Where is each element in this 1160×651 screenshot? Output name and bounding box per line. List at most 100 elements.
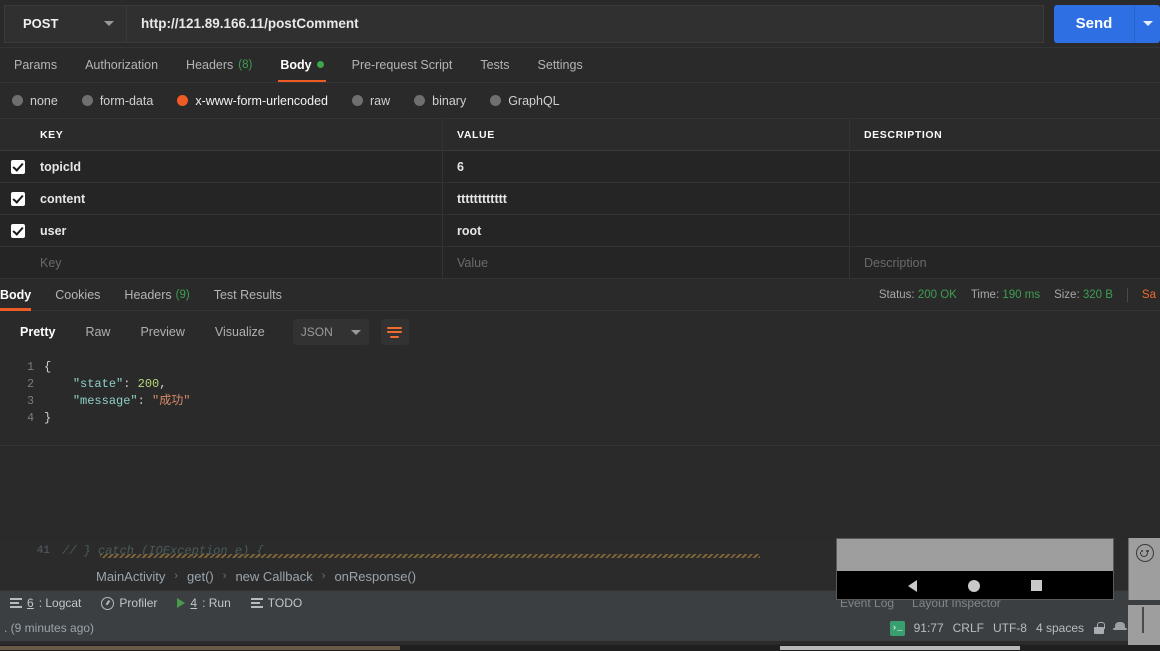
table-row[interactable]: topicId 6 <box>0 150 1160 183</box>
table-new-row[interactable]: Key Value Description <box>0 246 1160 279</box>
line-number: 1 <box>27 361 34 374</box>
horizontal-scrollbar[interactable] <box>0 645 1160 651</box>
row-description[interactable] <box>850 151 1160 183</box>
response-tab-cookies[interactable]: Cookies <box>43 279 112 311</box>
response-tab-headers[interactable]: Headers (9) <box>112 279 201 311</box>
tab-authorization[interactable]: Authorization <box>71 47 172 82</box>
response-tab-test-results[interactable]: Test Results <box>202 279 294 311</box>
row-description[interactable] <box>850 183 1160 215</box>
chevron-down-icon <box>1142 21 1153 26</box>
terminal-icon[interactable]: ›_ <box>889 620 905 636</box>
line-number-gutter: 1 2 3 4 <box>0 359 44 427</box>
body-type-none[interactable]: none <box>8 94 62 108</box>
row-value[interactable]: 6 <box>443 150 850 183</box>
body-type-raw[interactable]: raw <box>348 94 394 108</box>
tab-count: (9) <box>175 288 190 301</box>
home-icon[interactable] <box>967 579 980 592</box>
response-tab-body[interactable]: Body <box>0 279 43 311</box>
tab-label: Params <box>14 57 58 72</box>
breadcrumb-item-new-callback[interactable]: new Callback <box>235 569 312 584</box>
divider <box>0 445 1160 446</box>
body-type-binary[interactable]: binary <box>410 94 470 108</box>
table-row[interactable]: content tttttttttttt <box>0 182 1160 215</box>
row-key[interactable]: content <box>36 182 443 215</box>
scrollbar-thumb[interactable] <box>1142 607 1144 633</box>
list-icon <box>250 598 263 608</box>
new-row-key-placeholder[interactable]: Key <box>36 246 443 279</box>
checkbox-checked-icon[interactable] <box>11 159 25 174</box>
file-encoding[interactable]: UTF-8 <box>993 621 1027 635</box>
tab-pre-request-script[interactable]: Pre-request Script <box>338 47 467 82</box>
breadcrumb-item-onresponse[interactable]: onResponse() <box>334 569 416 584</box>
response-format-select[interactable]: JSON <box>292 319 369 345</box>
row-description[interactable] <box>850 215 1160 247</box>
row-key[interactable]: topicId <box>36 150 443 183</box>
code-area[interactable]: 1 2 3 4 { "state": 200, "message": "成功" <box>0 353 1160 427</box>
checkbox-checked-icon[interactable] <box>11 191 25 206</box>
json-key-state: "state" <box>72 377 124 391</box>
tab-tests[interactable]: Tests <box>466 47 523 82</box>
tab-body[interactable]: Body <box>266 47 337 82</box>
time-label: Time: <box>970 289 1000 301</box>
code-line-4: } <box>44 410 190 427</box>
body-type-form-data[interactable]: form-data <box>78 94 158 108</box>
indent-setting[interactable]: 4 spaces <box>1036 621 1084 635</box>
line-separator[interactable]: CRLF <box>953 621 984 635</box>
tab-params[interactable]: Params <box>0 47 71 82</box>
body-type-label: binary <box>432 93 467 108</box>
tool-window-todo[interactable]: TODO <box>250 596 302 610</box>
tool-window-shortcut: 4 <box>190 596 198 610</box>
inspector-hat-icon[interactable] <box>1113 621 1127 635</box>
response-tabs: Body Cookies Headers (9) Test Results St… <box>0 279 1160 311</box>
json-open-brace: { <box>44 360 52 374</box>
save-response-button[interactable]: Sa <box>1142 289 1156 301</box>
back-icon[interactable] <box>908 579 918 592</box>
lock-icon[interactable] <box>1093 622 1105 634</box>
checkbox-checked-icon[interactable] <box>11 223 25 238</box>
tool-window-logcat[interactable]: 6: Logcat <box>10 596 81 610</box>
table-row[interactable]: user root <box>0 214 1160 247</box>
body-type-graphql[interactable]: GraphQL <box>486 94 563 108</box>
scrollbar-thumb-left[interactable] <box>0 646 400 650</box>
tool-window-profiler[interactable]: Profiler <box>101 596 157 610</box>
row-value[interactable]: tttttttttttt <box>443 182 850 215</box>
tab-headers[interactable]: Headers (8) <box>172 47 266 82</box>
row-checkbox-cell[interactable] <box>0 159 36 174</box>
recents-icon[interactable] <box>1030 580 1042 591</box>
play-icon <box>177 598 186 608</box>
view-mode-preview[interactable]: Preview <box>126 311 198 353</box>
breadcrumb-item-mainactivity[interactable]: MainActivity <box>96 569 165 584</box>
screen-root: POST Send Params Authorization Headers (… <box>0 0 1160 651</box>
body-present-indicator-icon <box>316 61 324 68</box>
format-label: JSON <box>300 325 333 339</box>
scrollbar-thumb-right[interactable] <box>780 646 1020 650</box>
row-checkbox-cell[interactable] <box>0 223 36 238</box>
http-method-select[interactable]: POST <box>4 4 126 43</box>
smiley-icon[interactable] <box>1135 544 1154 562</box>
send-button[interactable]: Send <box>1054 4 1134 43</box>
body-type-urlencoded[interactable]: x-www-form-urlencoded <box>173 94 332 108</box>
row-value[interactable]: root <box>443 214 850 247</box>
wrap-lines-button[interactable] <box>380 319 409 345</box>
view-mode-pretty[interactable]: Pretty <box>6 311 69 353</box>
tab-label: Test Results <box>213 287 282 302</box>
android-emulator-window[interactable] <box>836 538 1114 600</box>
breadcrumb-item-get[interactable]: get() <box>187 569 214 584</box>
row-key[interactable]: user <box>36 214 443 247</box>
tool-window-run[interactable]: 4: Run <box>177 596 231 610</box>
new-row-value-placeholder[interactable]: Value <box>443 246 850 279</box>
size-value: 320 B <box>1082 289 1113 301</box>
caret-position[interactable]: 91:77 <box>914 621 944 635</box>
request-url-input[interactable] <box>126 4 1044 43</box>
wrap-lines-icon <box>387 326 403 329</box>
view-mode-raw[interactable]: Raw <box>71 311 124 353</box>
view-mode-label: Visualize <box>214 325 265 339</box>
code-line-2: "state": 200, <box>44 376 190 393</box>
row-checkbox-cell[interactable] <box>0 191 36 206</box>
tab-label: Authorization <box>85 57 159 72</box>
tab-settings[interactable]: Settings <box>524 47 597 82</box>
emulator-screen[interactable] <box>837 539 1113 571</box>
view-mode-visualize[interactable]: Visualize <box>201 311 279 353</box>
new-row-description-placeholder[interactable]: Description <box>850 247 1160 279</box>
send-options-button[interactable] <box>1134 4 1160 43</box>
